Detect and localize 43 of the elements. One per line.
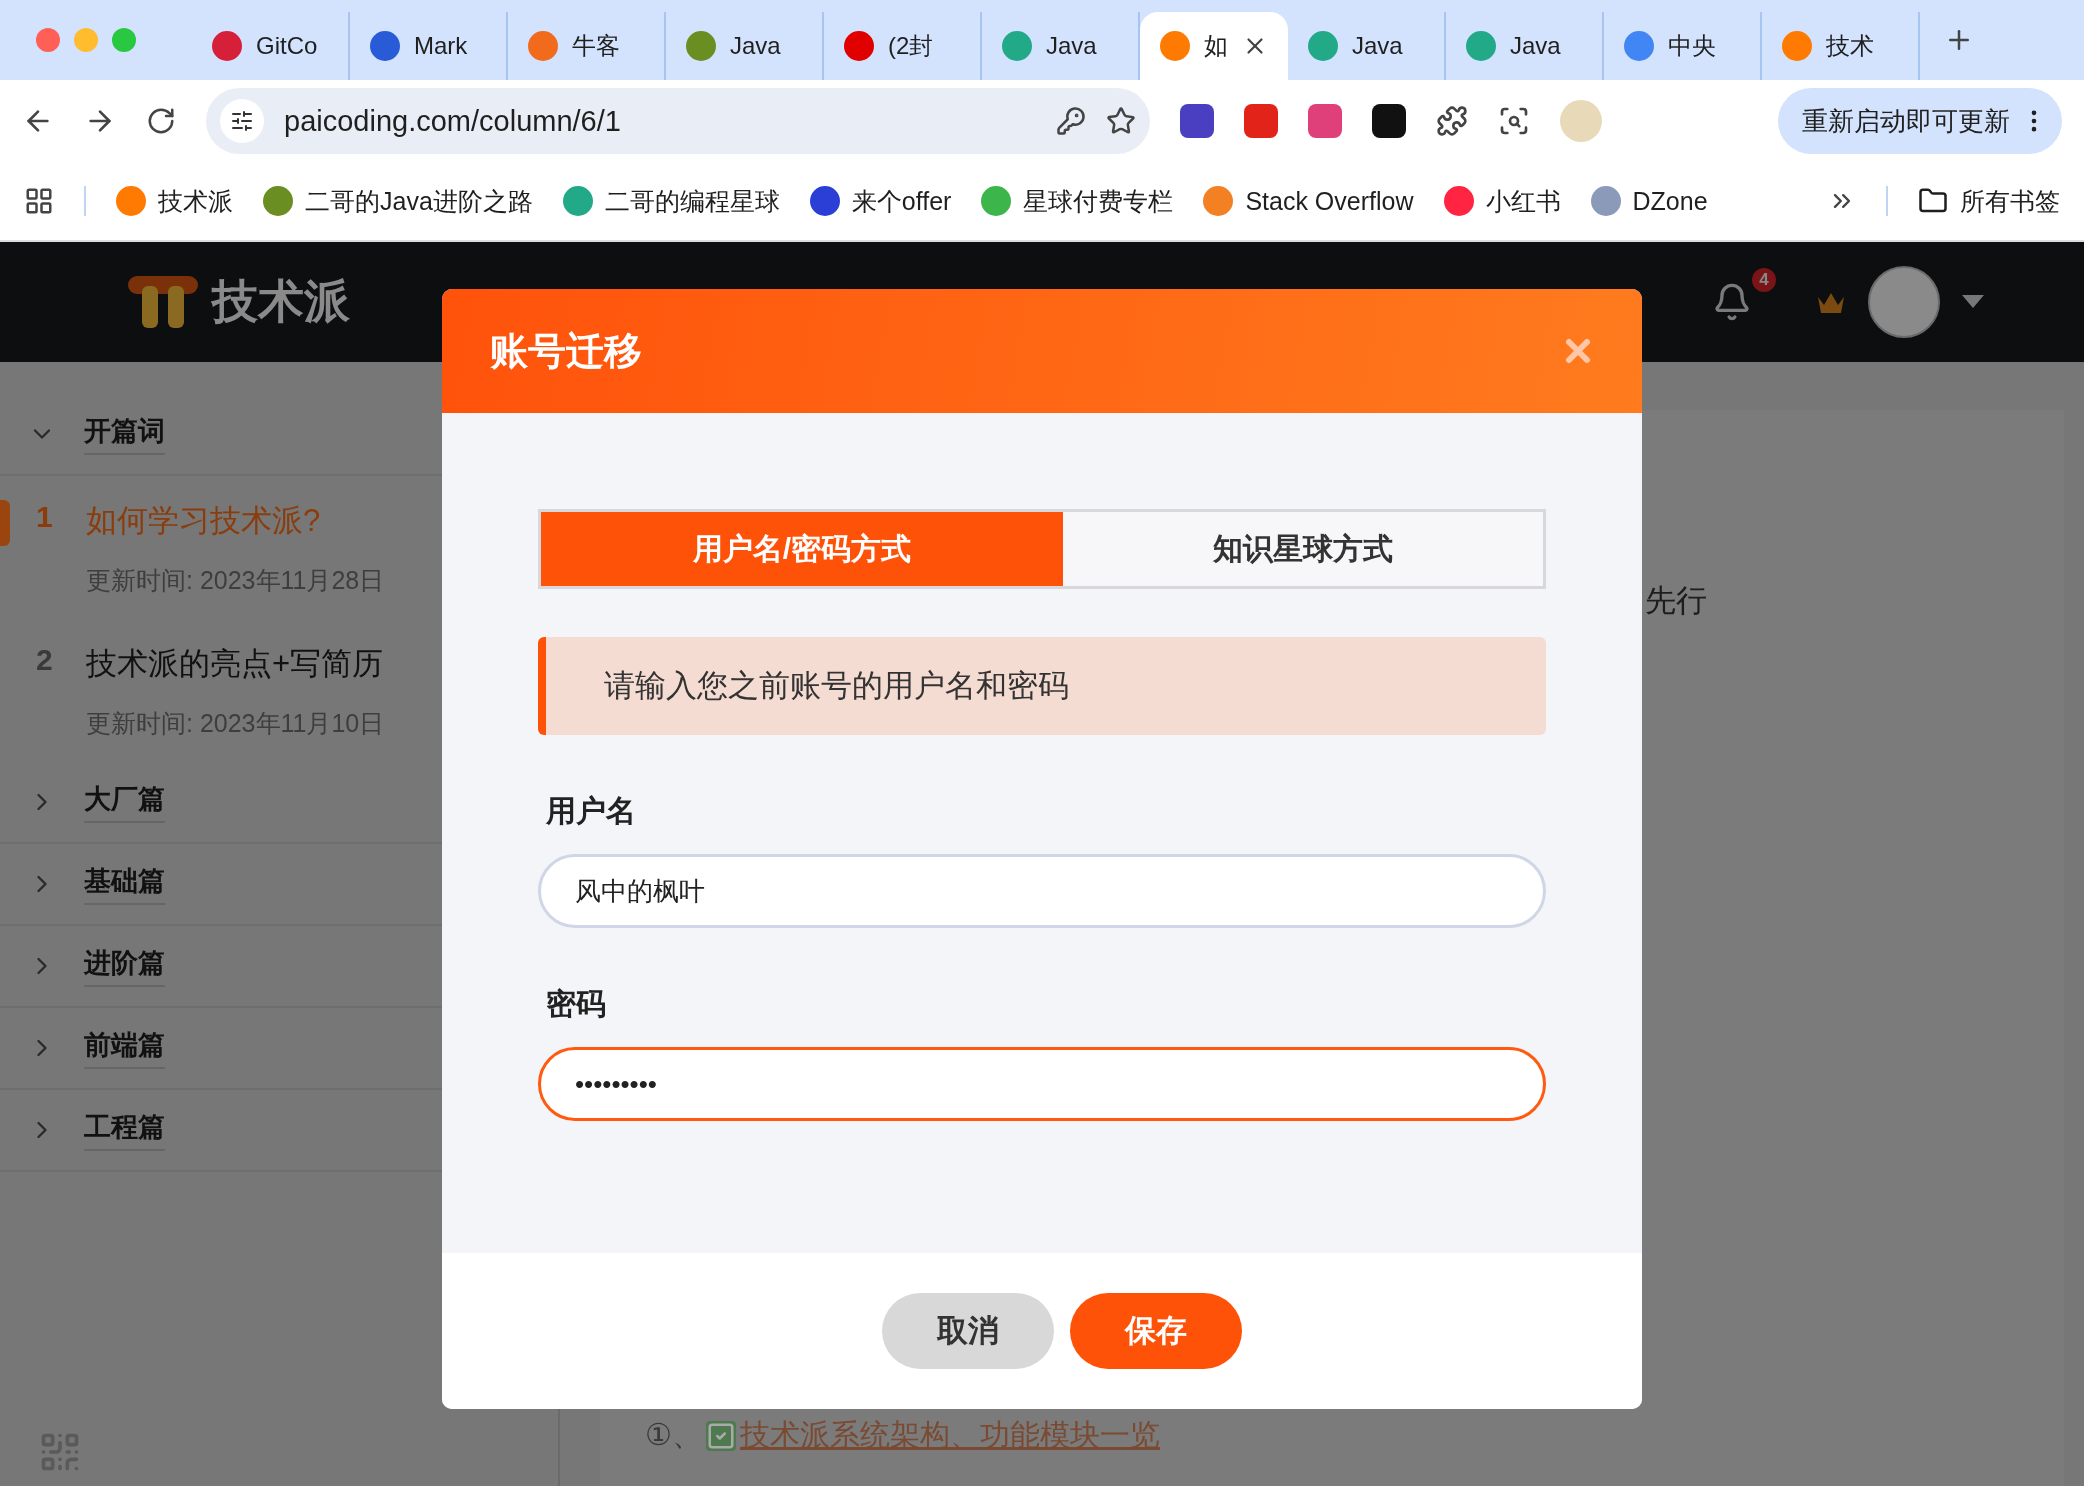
browser-tab[interactable]: Java (666, 12, 824, 80)
browser-tab[interactable]: 牛客 (508, 12, 666, 80)
notification-bell-icon[interactable] (1712, 282, 1752, 322)
url-text: paicoding.com/column/6/1 (284, 104, 622, 138)
input-field[interactable]: ••••••••• (538, 1047, 1546, 1121)
bookmark[interactable]: 小红书 (1443, 184, 1561, 218)
browser-tab[interactable]: 如 (1140, 12, 1288, 80)
browser-tab[interactable]: 技术 (1762, 12, 1920, 80)
bookmark[interactable]: Stack Overflow (1203, 186, 1414, 216)
bookmark[interactable]: 星球付费专栏 (981, 184, 1174, 218)
extension-icon[interactable] (1180, 104, 1214, 138)
bookmark[interactable]: 来个offer (809, 184, 952, 218)
browser-tab[interactable]: GitCo (192, 12, 350, 80)
extension-icon[interactable] (1372, 104, 1406, 138)
check-icon (705, 1420, 736, 1451)
bookmark[interactable]: 二哥的编程星球 (562, 184, 780, 218)
notification-count: 4 (1752, 268, 1776, 292)
dialog-title: 账号迁移 (490, 328, 642, 374)
cancel-button[interactable]: 取消 (882, 1293, 1054, 1369)
key-icon[interactable] (1056, 106, 1086, 136)
list-marker: ①、 (645, 1417, 702, 1453)
reload-icon[interactable] (146, 106, 176, 136)
bookmark[interactable]: 技术派 (116, 184, 233, 218)
bookmark[interactable]: DZone (1590, 186, 1708, 216)
browser-tab[interactable]: (2封 (824, 12, 982, 80)
article-text: 先行 (1645, 582, 1708, 620)
apps-icon[interactable] (24, 186, 54, 216)
address-bar[interactable]: paicoding.com/column/6/1 (206, 88, 1150, 154)
notice-message: 请输入您之前账号的用户名和密码 (538, 637, 1546, 735)
browser-tab[interactable]: Java (1288, 12, 1446, 80)
input-field[interactable]: 风中的枫叶 (538, 854, 1546, 928)
star-icon[interactable] (1106, 106, 1136, 136)
update-button[interactable]: 重新启动即可更新 (1778, 88, 2062, 154)
site-logo[interactable]: 技术派 (128, 271, 350, 333)
all-bookmarks-folder[interactable]: 所有书签 (1918, 184, 2060, 218)
browser-tab[interactable]: Java (1446, 12, 1604, 80)
search-tab-icon[interactable] (1498, 105, 1530, 137)
puzzle-icon[interactable] (1436, 105, 1468, 137)
site-settings-icon[interactable] (220, 99, 264, 143)
dropdown-caret-icon[interactable] (1962, 295, 1984, 309)
bookmark[interactable]: 二哥的Java进阶之路 (263, 184, 533, 218)
browser-tab[interactable]: 中央 (1604, 12, 1762, 80)
browser-tab[interactable]: Mark (350, 12, 508, 80)
